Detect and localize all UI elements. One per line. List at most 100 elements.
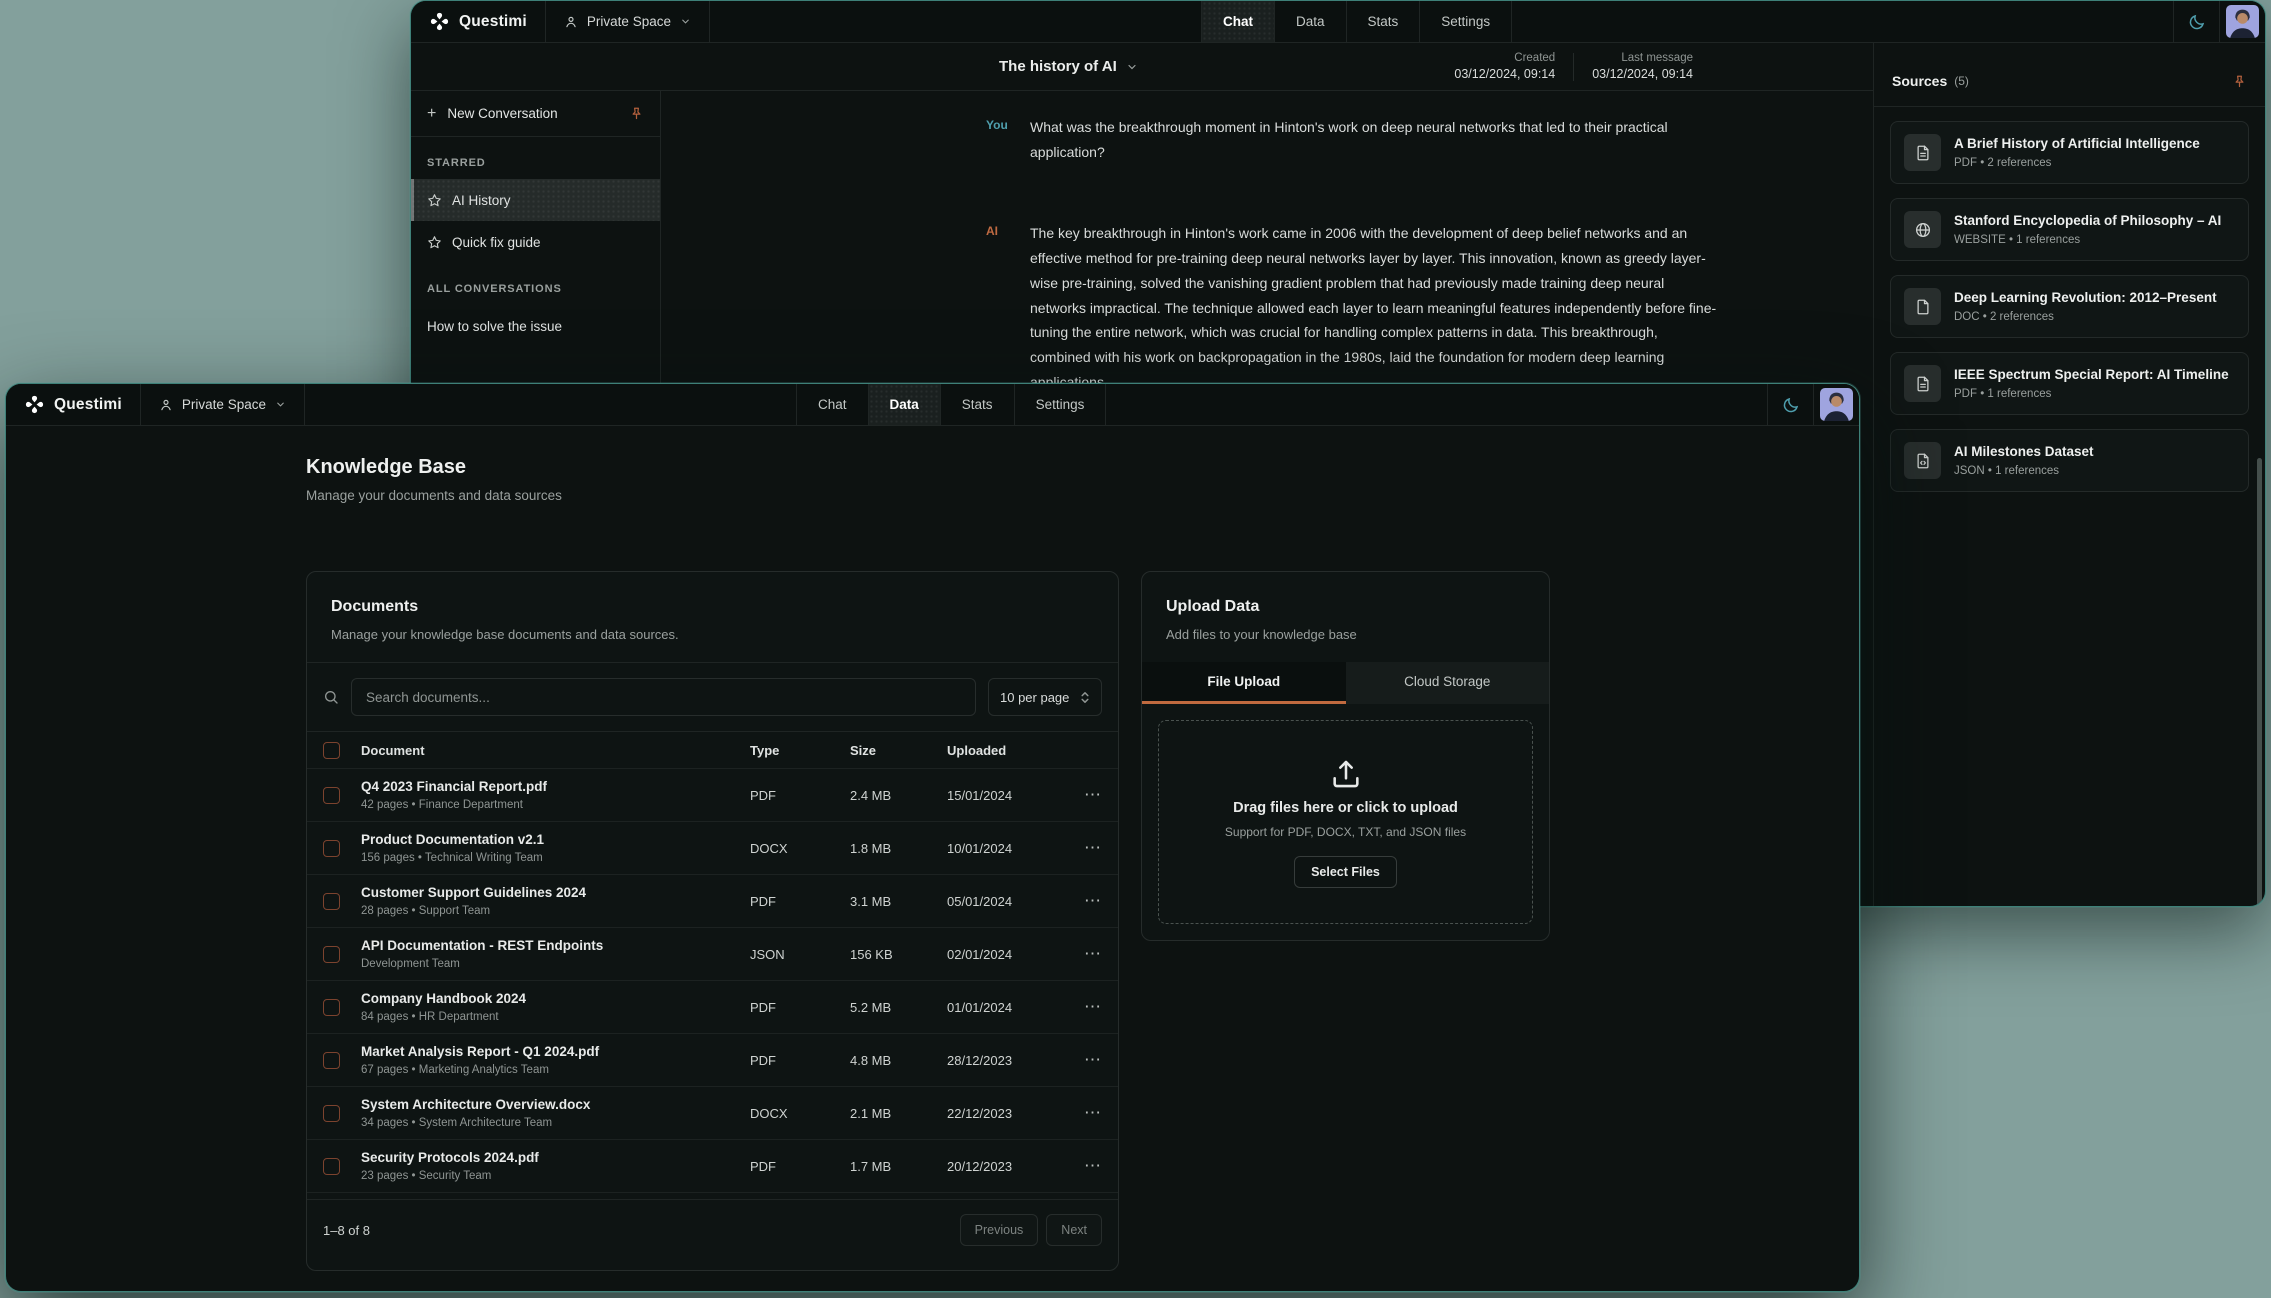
row-actions-button[interactable]: ⋯ (1084, 1051, 1102, 1068)
document-type: DOCX (750, 1106, 850, 1121)
row-checkbox[interactable] (323, 999, 340, 1016)
app-header: Questimi Private Space Chat Data Stats S… (411, 1, 2265, 43)
search-input[interactable] (351, 678, 976, 716)
source-title: AI Milestones Dataset (1954, 444, 2094, 459)
created-meta: Created 03/12/2024, 09:14 (1454, 52, 1555, 81)
upload-data-card: Upload Data Add files to your knowledge … (1141, 571, 1550, 941)
documents-subtitle: Manage your knowledge base documents and… (331, 627, 1094, 642)
tab-file-upload[interactable]: File Upload (1142, 662, 1346, 704)
account-menu[interactable] (2219, 1, 2265, 42)
sidebar-item-ai-history[interactable]: AI History (411, 179, 660, 221)
source-card[interactable]: AI Milestones Dataset JSON • 1 reference… (1890, 429, 2249, 492)
select-all-checkbox[interactable] (323, 742, 340, 759)
source-title: Stanford Encyclopedia of Philosophy – AI (1954, 213, 2221, 228)
sidebar-item-label: AI History (452, 193, 511, 208)
theme-toggle[interactable] (1767, 384, 1813, 425)
conversation-title-group[interactable]: The history of AI (999, 43, 1138, 90)
tab-chat[interactable]: Chat (797, 384, 869, 425)
tab-stats[interactable]: Stats (941, 384, 1015, 425)
brand-name: Questimi (54, 396, 122, 414)
source-card[interactable]: A Brief History of Artificial Intelligen… (1890, 121, 2249, 184)
table-row[interactable]: API Documentation - REST Endpoints Devel… (307, 928, 1118, 981)
source-card[interactable]: IEEE Spectrum Special Report: AI Timelin… (1890, 352, 2249, 415)
pin-icon[interactable] (629, 106, 644, 121)
pin-icon[interactable] (2232, 74, 2247, 89)
message-text: The key breakthrough in Hinton's work ca… (1030, 221, 1720, 395)
updown-chevron-icon (1080, 690, 1090, 705)
column-size: Size (850, 743, 947, 758)
brand[interactable]: Questimi (411, 1, 546, 42)
workspace-switcher[interactable]: Private Space (546, 1, 710, 42)
file-dropzone[interactable]: Drag files here or click to upload Suppo… (1158, 720, 1533, 924)
questimi-logo-icon (429, 11, 450, 32)
row-actions-button[interactable]: ⋯ (1084, 786, 1102, 803)
tab-data[interactable]: Data (1275, 1, 1347, 42)
search-icon (323, 689, 339, 705)
table-row[interactable]: System Architecture Overview.docx 34 pag… (307, 1087, 1118, 1140)
table-row[interactable]: Security Protocols 2024.pdf 23 pages • S… (307, 1140, 1118, 1193)
tab-settings[interactable]: Settings (1420, 1, 1512, 42)
row-actions-button[interactable]: ⋯ (1084, 892, 1102, 909)
next-page-button[interactable]: Next (1046, 1214, 1102, 1246)
row-actions-button[interactable]: ⋯ (1084, 1157, 1102, 1174)
created-label: Created (1454, 52, 1555, 64)
page-title: Knowledge Base (306, 456, 562, 479)
table-row[interactable]: Company Handbook 2024 84 pages • HR Depa… (307, 981, 1118, 1034)
conversation-titlebar: The history of AI Created 03/12/2024, 09… (411, 43, 1873, 91)
table-row[interactable]: Customer Support Guidelines 2024 28 page… (307, 875, 1118, 928)
document-size: 4.8 MB (850, 1053, 947, 1068)
document-meta: 42 pages • Finance Department (361, 799, 750, 811)
row-checkbox[interactable] (323, 946, 340, 963)
tab-chat[interactable]: Chat (1202, 1, 1275, 42)
row-checkbox[interactable] (323, 840, 340, 857)
tab-data[interactable]: Data (869, 384, 941, 425)
row-actions-button[interactable]: ⋯ (1084, 1104, 1102, 1121)
tab-cloud-storage[interactable]: Cloud Storage (1346, 662, 1550, 704)
meta-divider (1573, 53, 1574, 81)
row-checkbox[interactable] (323, 893, 340, 910)
sidebar-item-quick-fix-guide[interactable]: Quick fix guide (411, 221, 660, 263)
brand[interactable]: Questimi (6, 384, 141, 425)
row-actions-button[interactable]: ⋯ (1084, 945, 1102, 962)
source-meta: JSON • 1 references (1954, 465, 2094, 477)
select-files-button[interactable]: Select Files (1294, 856, 1397, 888)
source-card[interactable]: Deep Learning Revolution: 2012–Present D… (1890, 275, 2249, 338)
workspace-switcher[interactable]: Private Space (141, 384, 305, 425)
theme-toggle[interactable] (2173, 1, 2219, 42)
tab-settings[interactable]: Settings (1015, 384, 1107, 425)
workspace-name: Private Space (587, 14, 671, 29)
per-page-select[interactable]: 10 per page (988, 678, 1102, 716)
row-actions-button[interactable]: ⋯ (1084, 998, 1102, 1015)
last-message-value: 03/12/2024, 09:14 (1592, 67, 1693, 81)
source-meta: WEBSITE • 1 references (1954, 234, 2221, 246)
globe-icon (1904, 211, 1941, 248)
new-conversation-label: New Conversation (447, 106, 557, 121)
document-type: JSON (750, 947, 850, 962)
table-row[interactable]: Product Documentation v2.1 156 pages • T… (307, 822, 1118, 875)
table-row[interactable]: Q4 2023 Financial Report.pdf 42 pages • … (307, 769, 1118, 822)
sidebar-item-how-to-solve[interactable]: How to solve the issue (411, 305, 660, 347)
source-card[interactable]: Stanford Encyclopedia of Philosophy – AI… (1890, 198, 2249, 261)
document-name: Market Analysis Report - Q1 2024.pdf (361, 1044, 750, 1059)
header-right (2173, 1, 2265, 42)
document-name: API Documentation - REST Endpoints (361, 938, 750, 953)
column-uploaded: Uploaded (947, 743, 1072, 758)
previous-page-button[interactable]: Previous (960, 1214, 1039, 1246)
new-conversation-button[interactable]: + New Conversation (411, 91, 660, 137)
account-menu[interactable] (1813, 384, 1859, 425)
message-role: You (986, 115, 1018, 165)
row-checkbox[interactable] (323, 1158, 340, 1175)
sources-scrollbar[interactable] (2257, 458, 2262, 906)
document-uploaded: 20/12/2023 (947, 1159, 1072, 1174)
row-checkbox[interactable] (323, 1052, 340, 1069)
app-header: Questimi Private Space Chat Data Stats S… (6, 384, 1859, 426)
documents-title: Documents (331, 598, 1094, 616)
table-row[interactable]: Market Analysis Report - Q1 2024.pdf 67 … (307, 1034, 1118, 1087)
row-checkbox[interactable] (323, 1105, 340, 1122)
row-actions-button[interactable]: ⋯ (1084, 839, 1102, 856)
row-checkbox[interactable] (323, 787, 340, 804)
questimi-logo-icon (24, 394, 45, 415)
sidebar-item-label: How to solve the issue (427, 319, 562, 334)
dropzone-title: Drag files here or click to upload (1233, 800, 1458, 816)
tab-stats[interactable]: Stats (1347, 1, 1421, 42)
